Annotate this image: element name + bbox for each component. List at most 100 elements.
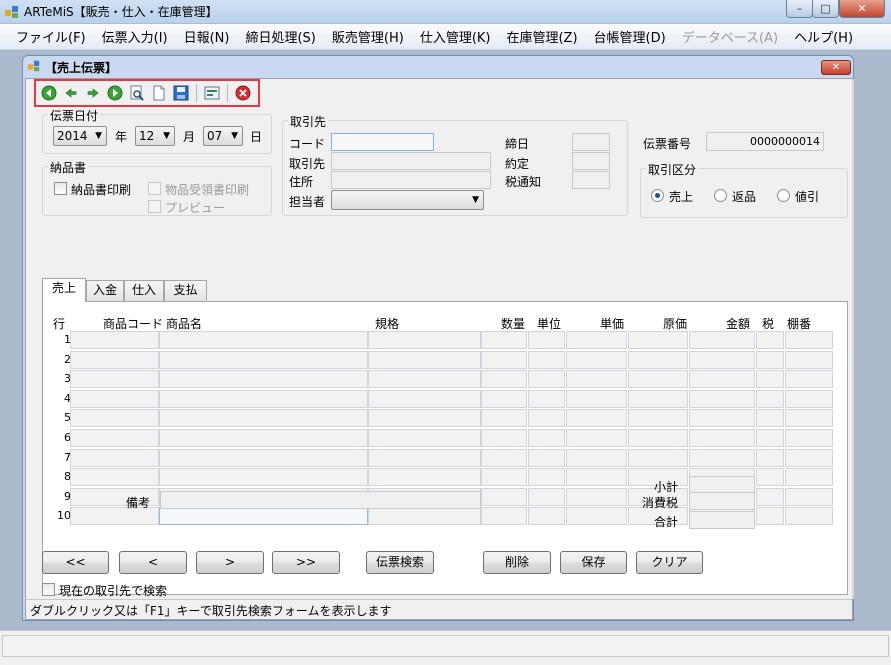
grid-cell[interactable] [159, 429, 368, 447]
grid-cell[interactable] [481, 468, 527, 487]
grid-cell[interactable] [159, 350, 368, 369]
grid-cell[interactable] [566, 507, 627, 526]
grid-cell[interactable] [756, 468, 784, 487]
month-select[interactable]: 12 ▼ [135, 126, 175, 146]
grid-cell[interactable] [70, 409, 159, 428]
grid-cell[interactable] [368, 350, 481, 369]
menu-item[interactable]: 締日処理(S) [237, 27, 323, 46]
grid-cell[interactable] [368, 429, 481, 447]
grid-cell[interactable] [756, 429, 784, 447]
grid-cell[interactable] [566, 429, 627, 447]
grid-cell[interactable] [689, 370, 755, 389]
grid-cell[interactable] [528, 468, 565, 487]
first-page-button[interactable]: << [42, 551, 109, 574]
radio-discount[interactable] [777, 189, 790, 202]
grid-cell[interactable] [628, 429, 688, 447]
grid-cell[interactable] [70, 331, 159, 349]
grid-cell[interactable] [785, 409, 833, 428]
new-button[interactable] [150, 84, 168, 102]
grid-cell[interactable] [70, 429, 159, 447]
day-select[interactable]: 07 ▼ [203, 126, 243, 146]
menu-item[interactable]: ファイル(F) [8, 27, 94, 46]
search-current-customer-checkbox[interactable] [42, 583, 55, 596]
grid-cell[interactable] [159, 389, 368, 408]
tab-payment[interactable]: 支払 [164, 280, 207, 301]
clear-button[interactable]: クリア [636, 551, 703, 574]
grid-cell[interactable] [368, 409, 481, 428]
grid-cell[interactable] [785, 370, 833, 389]
grid-cell[interactable] [528, 370, 565, 389]
grid-cell[interactable] [159, 448, 368, 467]
grid-cell[interactable] [785, 350, 833, 369]
grid-cell[interactable] [785, 487, 833, 506]
grid-cell[interactable] [756, 487, 784, 506]
grid-cell[interactable] [566, 487, 627, 506]
grid-cell[interactable] [159, 370, 368, 389]
grid-cell[interactable] [528, 409, 565, 428]
grid-cell[interactable] [785, 389, 833, 408]
grid-cell[interactable] [689, 448, 755, 467]
menu-item[interactable]: ヘルプ(H) [786, 27, 861, 46]
grid-cell[interactable] [756, 389, 784, 408]
radio-return[interactable] [714, 189, 727, 202]
last-page-button[interactable]: >> [272, 551, 340, 574]
grid-cell[interactable] [566, 331, 627, 349]
grid-cell[interactable] [159, 507, 368, 526]
grid-cell[interactable] [785, 507, 833, 526]
search-button[interactable] [128, 84, 146, 102]
grid-cell[interactable] [756, 409, 784, 428]
menu-item[interactable]: 販売管理(H) [324, 27, 412, 46]
grid-cell[interactable] [481, 429, 527, 447]
tab-receipt[interactable]: 入金 [86, 280, 124, 301]
grid-cell[interactable] [566, 409, 627, 428]
grid-cell[interactable] [528, 507, 565, 526]
save-slip-button[interactable]: 保存 [560, 551, 627, 574]
grid-cell[interactable] [70, 468, 159, 487]
menu-item[interactable]: 仕入管理(K) [412, 27, 499, 46]
slip-search-button[interactable]: 伝票検索 [366, 551, 434, 574]
menu-item[interactable]: 在庫管理(Z) [498, 27, 585, 46]
tab-sales[interactable]: 売上 [42, 278, 86, 302]
remarks-input[interactable] [160, 491, 481, 509]
grid-cell[interactable] [628, 389, 688, 408]
grid-cell[interactable] [785, 331, 833, 349]
grid-cell[interactable] [756, 350, 784, 369]
grid-cell[interactable] [566, 389, 627, 408]
maximize-button[interactable]: □ [812, 0, 839, 18]
grid-cell[interactable] [70, 389, 159, 408]
grid-cell[interactable] [689, 389, 755, 408]
grid-cell[interactable] [70, 448, 159, 467]
grid-cell[interactable] [368, 507, 481, 526]
grid-cell[interactable] [756, 507, 784, 526]
grid-cell[interactable] [159, 468, 368, 487]
last-record-button[interactable] [106, 84, 124, 102]
grid-cell[interactable] [70, 370, 159, 389]
tab-purchase[interactable]: 仕入 [124, 280, 164, 301]
grid-cell[interactable] [689, 429, 755, 447]
grid-cell[interactable] [481, 409, 527, 428]
grid-cell[interactable] [566, 350, 627, 369]
grid-cell[interactable] [481, 350, 527, 369]
grid-cell[interactable] [566, 468, 627, 487]
grid-cell[interactable] [368, 448, 481, 467]
grid-cell[interactable] [481, 448, 527, 467]
grid-cell[interactable] [70, 350, 159, 369]
grid-cell[interactable] [566, 448, 627, 467]
window-close-button[interactable]: ✕ [821, 60, 851, 75]
grid-cell[interactable] [528, 350, 565, 369]
grid-cell[interactable] [756, 448, 784, 467]
grid-cell[interactable] [689, 350, 755, 369]
grid-cell[interactable] [159, 409, 368, 428]
radio-sales[interactable] [651, 189, 664, 202]
next-page-button[interactable]: > [196, 551, 264, 574]
grid-cell[interactable] [689, 331, 755, 349]
close-form-button[interactable] [234, 84, 252, 102]
grid-cell[interactable] [368, 331, 481, 349]
grid-cell[interactable] [528, 389, 565, 408]
grid-cell[interactable] [481, 507, 527, 526]
app-close-button[interactable]: ✕ [839, 0, 885, 18]
grid-cell[interactable] [481, 487, 527, 506]
next-record-button[interactable] [84, 84, 102, 102]
grid-cell[interactable] [368, 389, 481, 408]
grid-cell[interactable] [528, 331, 565, 349]
